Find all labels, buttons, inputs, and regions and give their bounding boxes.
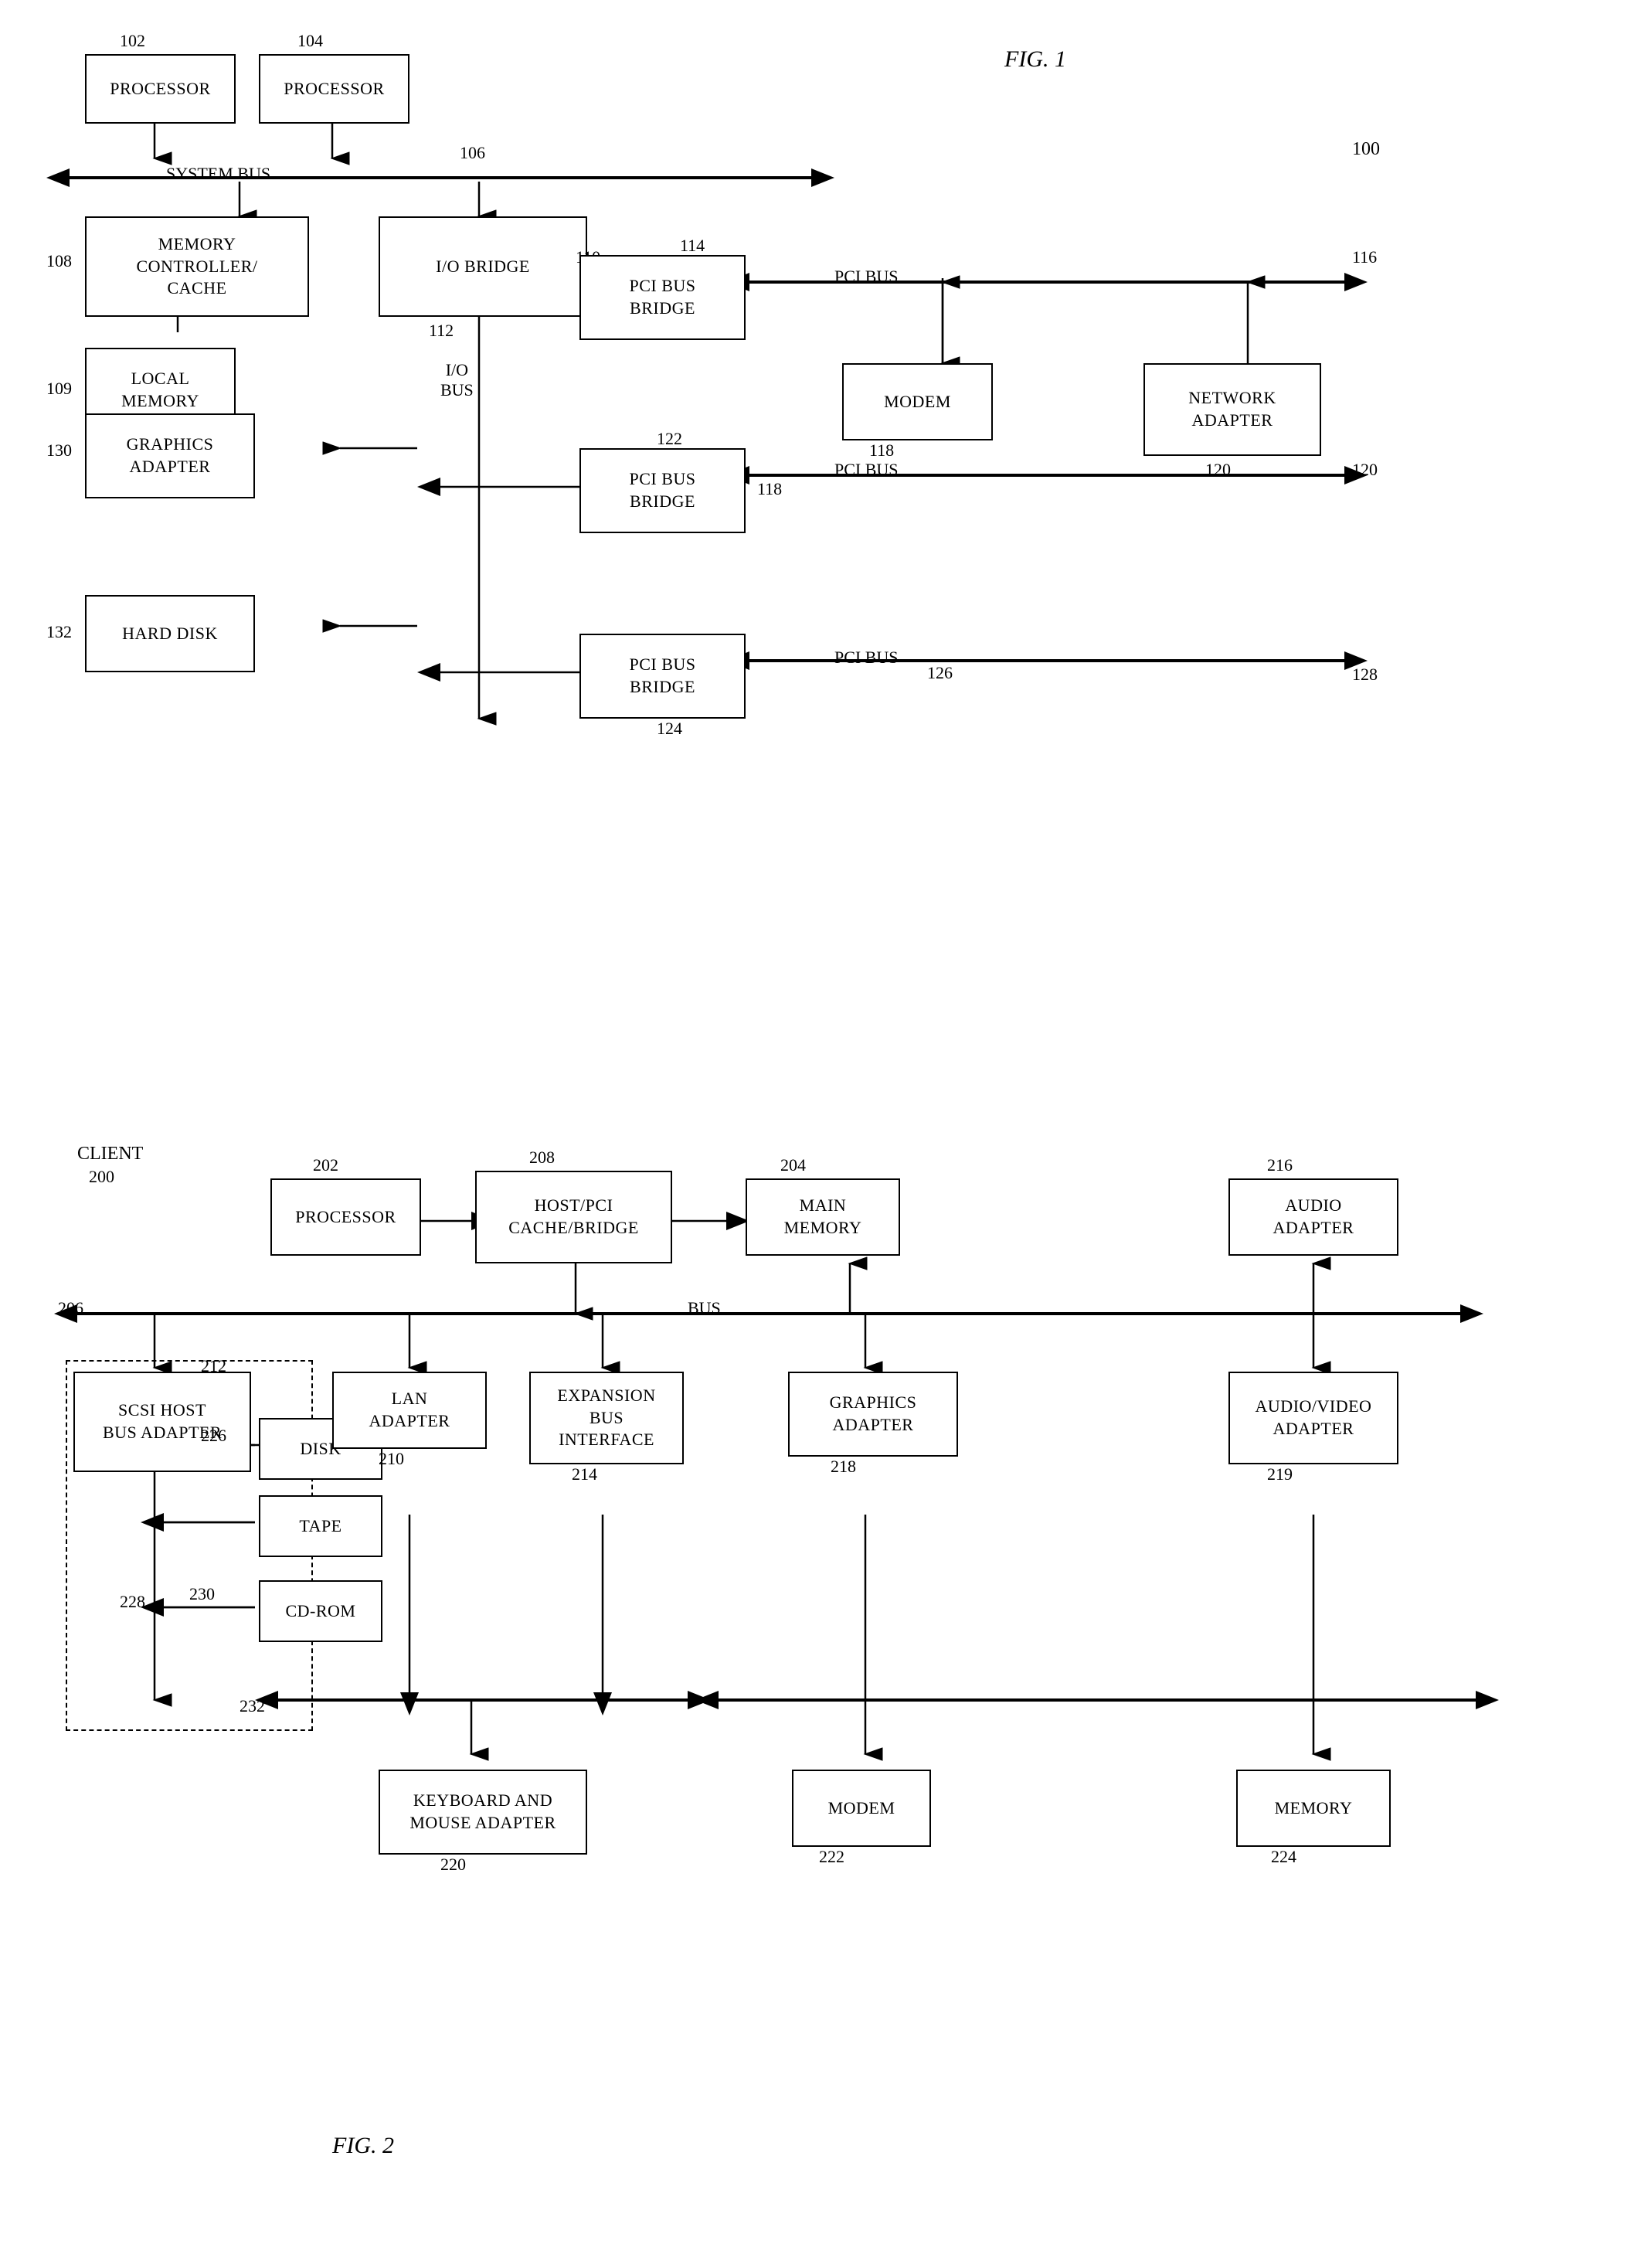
io-bus-label: I/O BUS [440, 340, 474, 400]
pci-bridge1-box: PCI BUS BRIDGE [579, 255, 746, 340]
ref-122: 122 [657, 429, 682, 449]
ref-222: 222 [819, 1847, 844, 1867]
modem-box: MODEM [842, 363, 993, 440]
ref-100: 100 [1352, 139, 1380, 160]
ref-109: 109 [46, 379, 72, 399]
ref-218: 218 [831, 1457, 856, 1477]
io-bridge-box: I/O BRIDGE [379, 216, 587, 317]
memory-fig2-box: MEMORY [1236, 1770, 1391, 1847]
arrows-svg [0, 0, 1631, 2268]
ref-202: 202 [313, 1155, 338, 1175]
host-pci-box: HOST/PCI CACHE/BRIDGE [475, 1171, 672, 1263]
ref-120b: 120 [1352, 460, 1378, 480]
processor1-box: PROCESSOR [85, 54, 236, 124]
ref-108: 108 [46, 251, 72, 271]
network-adapter-box: NETWORK ADAPTER [1143, 363, 1321, 456]
ref-219: 219 [1267, 1464, 1293, 1484]
ref-128: 128 [1352, 665, 1378, 685]
ref-212: 212 [201, 1356, 226, 1376]
ref-228: 228 [120, 1592, 145, 1612]
modem-fig2-box: MODEM [792, 1770, 931, 1847]
keyboard-mouse-box: KEYBOARD AND MOUSE ADAPTER [379, 1770, 587, 1855]
ref-210: 210 [379, 1449, 404, 1469]
ref-216: 216 [1267, 1155, 1293, 1175]
bus-label: BUS [688, 1298, 721, 1318]
pci-bus1-label: PCI BUS [834, 267, 899, 287]
pci-bus2-label: PCI BUS [834, 460, 899, 480]
diagram-container: FIG. 1 100 PROCESSOR 102 PROCESSOR 104 S… [0, 0, 1631, 2268]
lan-adapter-box: LAN ADAPTER [332, 1372, 487, 1449]
ref-126: 126 [927, 663, 953, 683]
ref-106: 106 [460, 143, 485, 163]
ref-104: 104 [297, 31, 323, 51]
ref-224: 224 [1271, 1847, 1296, 1867]
ref-132: 132 [46, 622, 72, 642]
ref-130: 130 [46, 440, 72, 461]
ref-208: 208 [529, 1148, 555, 1168]
audio-adapter-box: AUDIO ADAPTER [1228, 1178, 1398, 1256]
client-label: CLIENT [77, 1144, 143, 1165]
ref-226: 226 [201, 1426, 226, 1446]
cd-rom-box: CD-ROM [259, 1580, 382, 1642]
ref-102: 102 [120, 31, 145, 51]
main-memory-box: MAIN MEMORY [746, 1178, 900, 1256]
pci-bus3-label: PCI BUS [834, 648, 899, 668]
ref-118: 118 [869, 440, 894, 461]
hard-disk-box: HARD DISK [85, 595, 255, 672]
memory-controller-box: MEMORY CONTROLLER/ CACHE [85, 216, 309, 317]
ref-230: 230 [189, 1584, 215, 1604]
scsi-host-box: SCSI HOST BUS ADAPTER [73, 1372, 251, 1472]
ref-124: 124 [657, 719, 682, 739]
system-bus-label: SYSTEM BUS [166, 164, 270, 184]
graphics-adapter-fig2-box: GRAPHICS ADAPTER [788, 1372, 958, 1457]
fig2-title: FIG. 2 [332, 2133, 394, 2159]
processor2-box: PROCESSOR [259, 54, 409, 124]
processor-fig2-box: PROCESSOR [270, 1178, 421, 1256]
tape-box: TAPE [259, 1495, 382, 1557]
pci-bridge2-box: PCI BUS BRIDGE [579, 448, 746, 533]
ref-114: 114 [680, 236, 705, 256]
ref-116: 116 [1352, 247, 1377, 267]
ref-214: 214 [572, 1464, 597, 1484]
ref-120: 120 [1205, 460, 1231, 480]
ref-204: 204 [780, 1155, 806, 1175]
ref-118b: 118 [757, 479, 782, 499]
fig1-title: FIG. 1 [1004, 46, 1066, 73]
expansion-bus-box: EXPANSION BUS INTERFACE [529, 1372, 684, 1464]
ref-200: 200 [89, 1167, 114, 1187]
ref-220: 220 [440, 1855, 466, 1875]
ref-206: 206 [58, 1298, 83, 1318]
ref-232: 232 [240, 1696, 265, 1716]
graphics-adapter-box: GRAPHICS ADAPTER [85, 413, 255, 498]
ref-112: 112 [429, 321, 454, 341]
pci-bridge3-box: PCI BUS BRIDGE [579, 634, 746, 719]
audio-video-box: AUDIO/VIDEO ADAPTER [1228, 1372, 1398, 1464]
